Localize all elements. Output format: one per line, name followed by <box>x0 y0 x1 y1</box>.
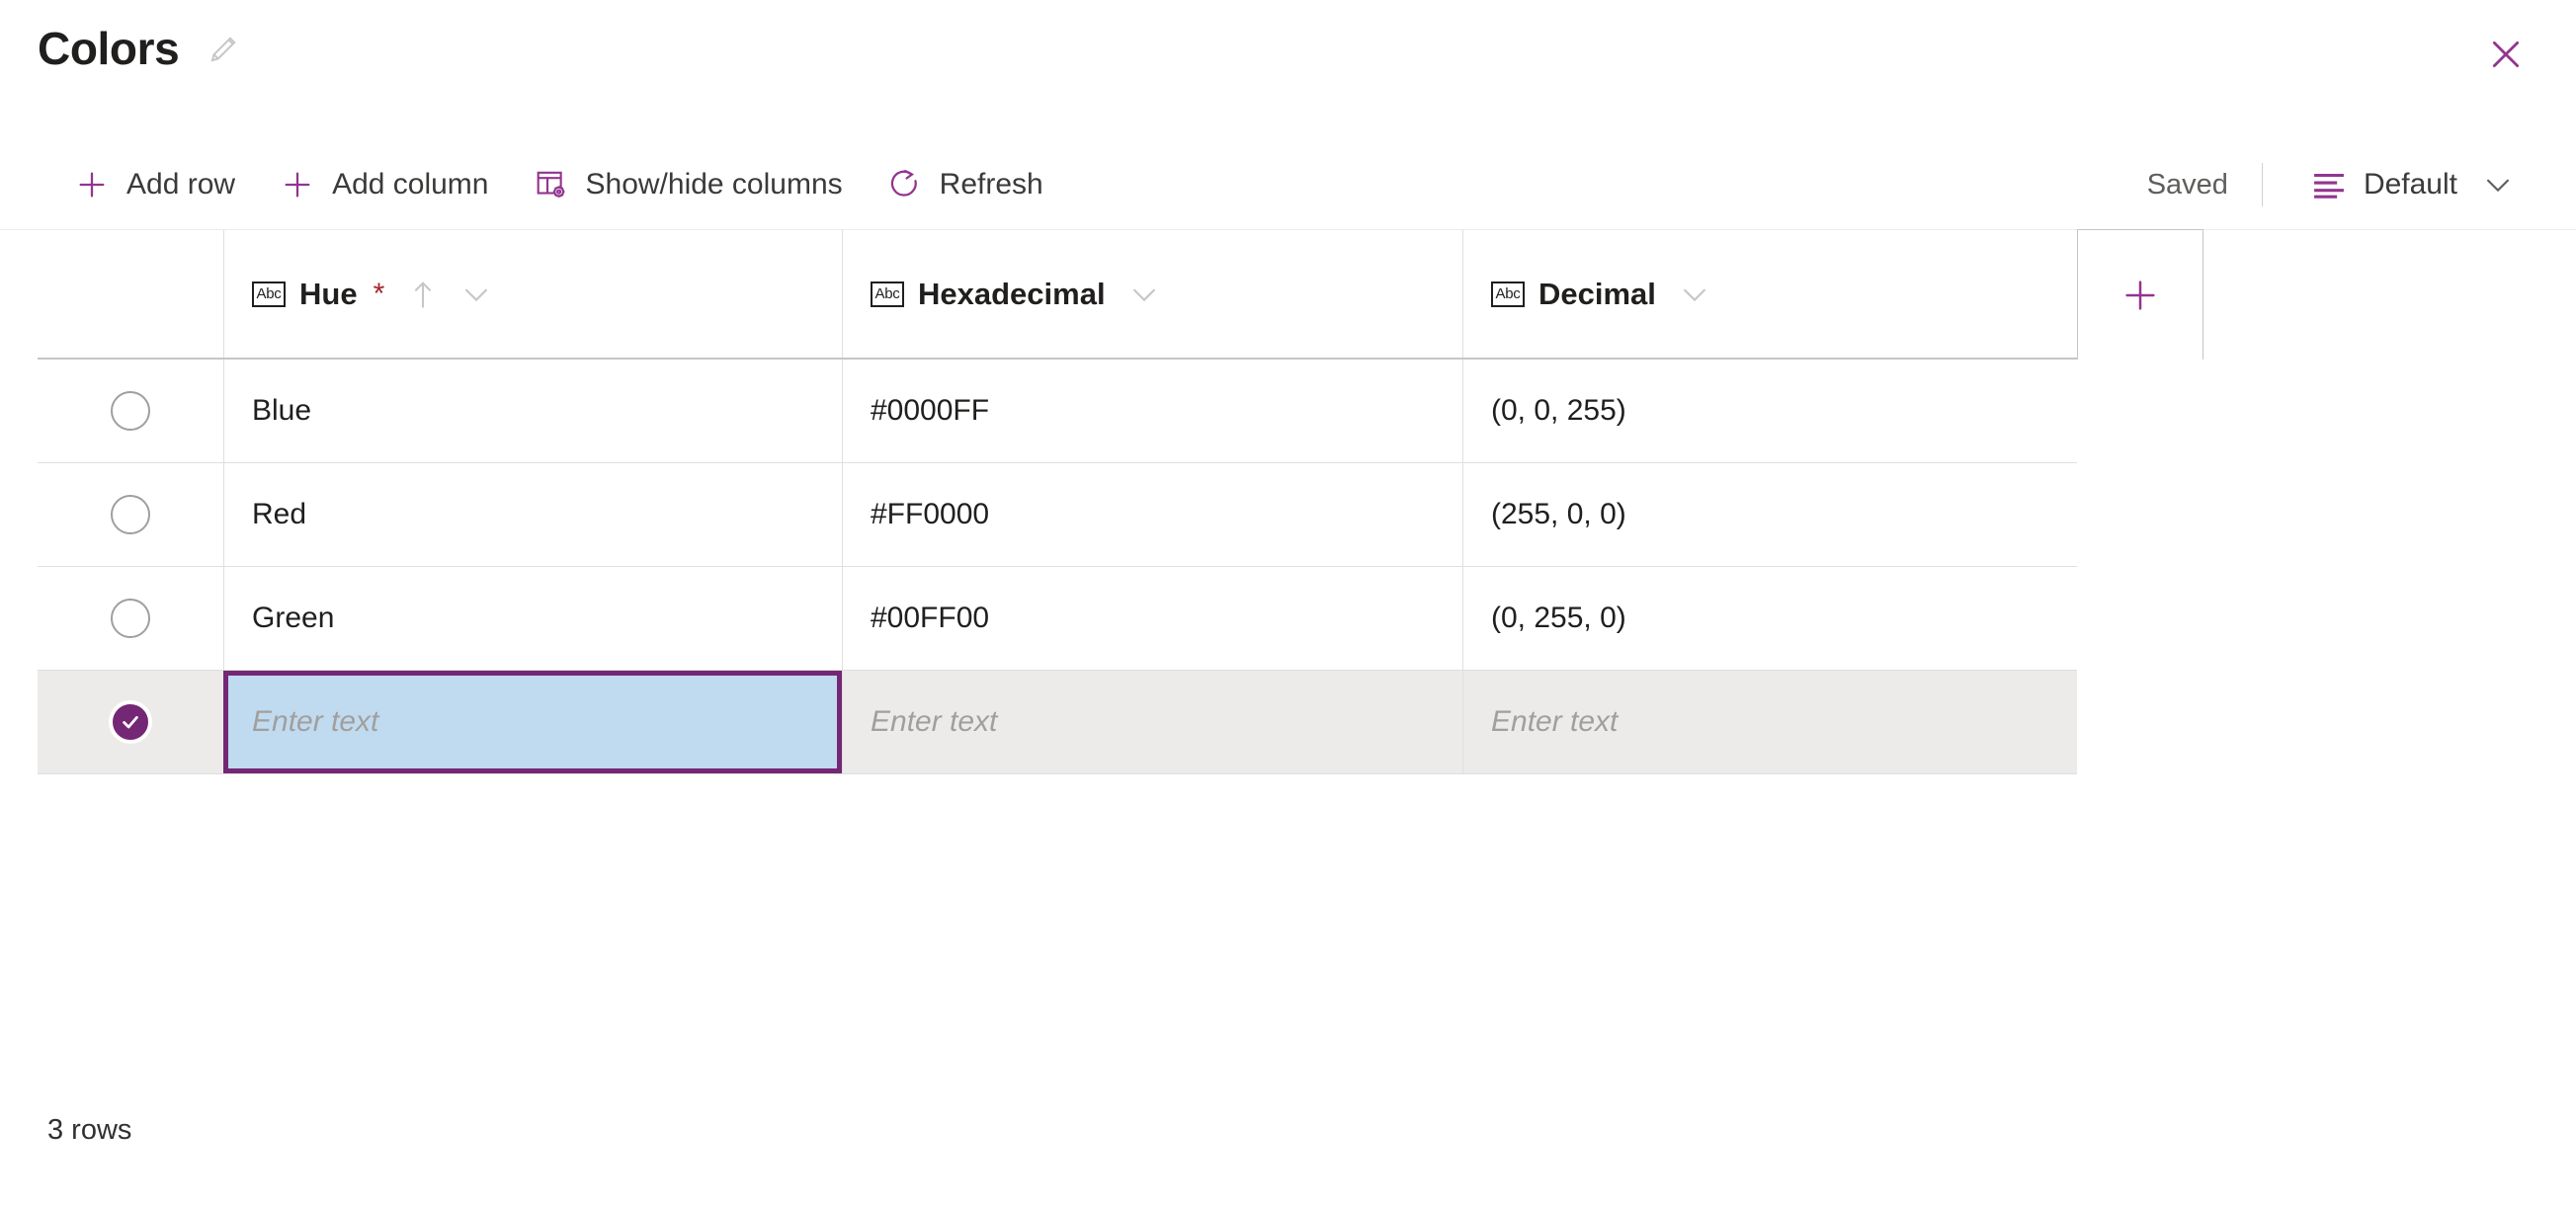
row-select-cell[interactable] <box>38 463 223 566</box>
column-header-hue[interactable]: Abc Hue * <box>223 230 842 358</box>
plus-icon <box>73 166 111 203</box>
checkmark-icon <box>123 716 138 729</box>
table-row[interactable]: Blue #0000FF (0, 0, 255) <box>38 360 2077 463</box>
cell-decimal[interactable]: (0, 0, 255) <box>1462 360 2077 462</box>
required-indicator: * <box>373 277 385 310</box>
row-select-cell[interactable] <box>38 671 223 773</box>
close-icon[interactable] <box>2473 22 2538 87</box>
row-select-radio-checked[interactable] <box>111 702 150 742</box>
refresh-button[interactable]: Refresh <box>874 156 1065 213</box>
cell-hexadecimal[interactable]: #00FF00 <box>842 567 1462 670</box>
add-column-label: Add column <box>332 168 489 201</box>
row-count-label: 3 rows <box>47 1114 132 1146</box>
cell-hexadecimal[interactable]: #FF0000 <box>842 463 1462 566</box>
columns-settings-icon <box>533 166 570 203</box>
row-select-radio[interactable] <box>111 391 150 431</box>
plus-icon <box>279 166 316 203</box>
grid-header-row: Abc Hue * Abc Hexadecimal Abc Decimal <box>38 229 2203 360</box>
sort-ascending-icon[interactable] <box>408 278 438 311</box>
show-hide-columns-label: Show/hide columns <box>585 168 843 201</box>
row-select-radio[interactable] <box>111 599 150 638</box>
table-row[interactable]: Red #FF0000 (255, 0, 0) <box>38 463 2077 567</box>
data-grid: Abc Hue * Abc Hexadecimal Abc Decimal Bl… <box>38 229 2203 774</box>
plus-icon <box>2125 280 2155 310</box>
text-type-icon: Abc <box>1491 281 1525 307</box>
text-type-icon: Abc <box>871 281 904 307</box>
view-selector-label: Default <box>2363 168 2457 201</box>
add-row-button[interactable]: Add row <box>61 156 257 213</box>
chevron-down-icon[interactable] <box>1127 278 1161 311</box>
cell-hexadecimal[interactable]: #0000FF <box>842 360 1462 462</box>
new-row-hue-input[interactable]: Enter text <box>223 671 842 773</box>
title-bar: Colors <box>0 0 2576 119</box>
command-bar-right-group: Saved Default <box>2147 156 2529 213</box>
column-header-hue-label: Hue <box>299 277 358 311</box>
command-bar-left-group: Add row Add column Show/hide columns Ref… <box>61 156 1075 213</box>
chevron-down-icon <box>2481 168 2515 201</box>
row-select-radio[interactable] <box>111 495 150 534</box>
cell-decimal[interactable]: (0, 255, 0) <box>1462 567 2077 670</box>
pencil-icon[interactable] <box>203 27 246 70</box>
column-header-decimal-label: Decimal <box>1538 277 1656 311</box>
new-row-hexadecimal-input[interactable]: Enter text <box>842 671 1462 773</box>
cell-decimal[interactable]: (255, 0, 0) <box>1462 463 2077 566</box>
add-column-header-button[interactable] <box>2077 229 2203 360</box>
view-selector-button[interactable]: Default <box>2296 156 2529 213</box>
refresh-label: Refresh <box>939 168 1043 201</box>
chevron-down-icon[interactable] <box>1678 278 1711 311</box>
cell-hue[interactable]: Blue <box>223 360 842 462</box>
chevron-down-icon[interactable] <box>459 278 493 311</box>
add-column-button[interactable]: Add column <box>267 156 510 213</box>
row-select-cell[interactable] <box>38 360 223 462</box>
cell-hue[interactable]: Green <box>223 567 842 670</box>
save-status-label: Saved <box>2146 168 2228 201</box>
add-row-label: Add row <box>126 168 236 201</box>
show-hide-columns-button[interactable]: Show/hide columns <box>521 156 865 213</box>
cell-hue[interactable]: Red <box>223 463 842 566</box>
row-select-cell[interactable] <box>38 567 223 670</box>
table-row[interactable]: Green #00FF00 (0, 255, 0) <box>38 567 2077 671</box>
new-row-decimal-input[interactable]: Enter text <box>1462 671 2077 773</box>
column-header-hexadecimal-label: Hexadecimal <box>918 277 1106 311</box>
column-header-hexadecimal[interactable]: Abc Hexadecimal <box>842 230 1462 358</box>
text-type-icon: Abc <box>252 281 286 307</box>
new-row[interactable]: Enter text Enter text Enter text <box>38 671 2077 774</box>
toolbar-divider <box>2261 163 2263 206</box>
column-header-decimal[interactable]: Abc Decimal <box>1462 230 2077 358</box>
page-title: Colors <box>38 23 180 74</box>
view-list-icon <box>2310 166 2348 203</box>
refresh-icon <box>886 166 924 203</box>
header-select-cell <box>38 230 223 358</box>
command-bar: Add row Add column Show/hide columns Ref… <box>0 140 2576 229</box>
title-group: Colors <box>38 26 246 71</box>
